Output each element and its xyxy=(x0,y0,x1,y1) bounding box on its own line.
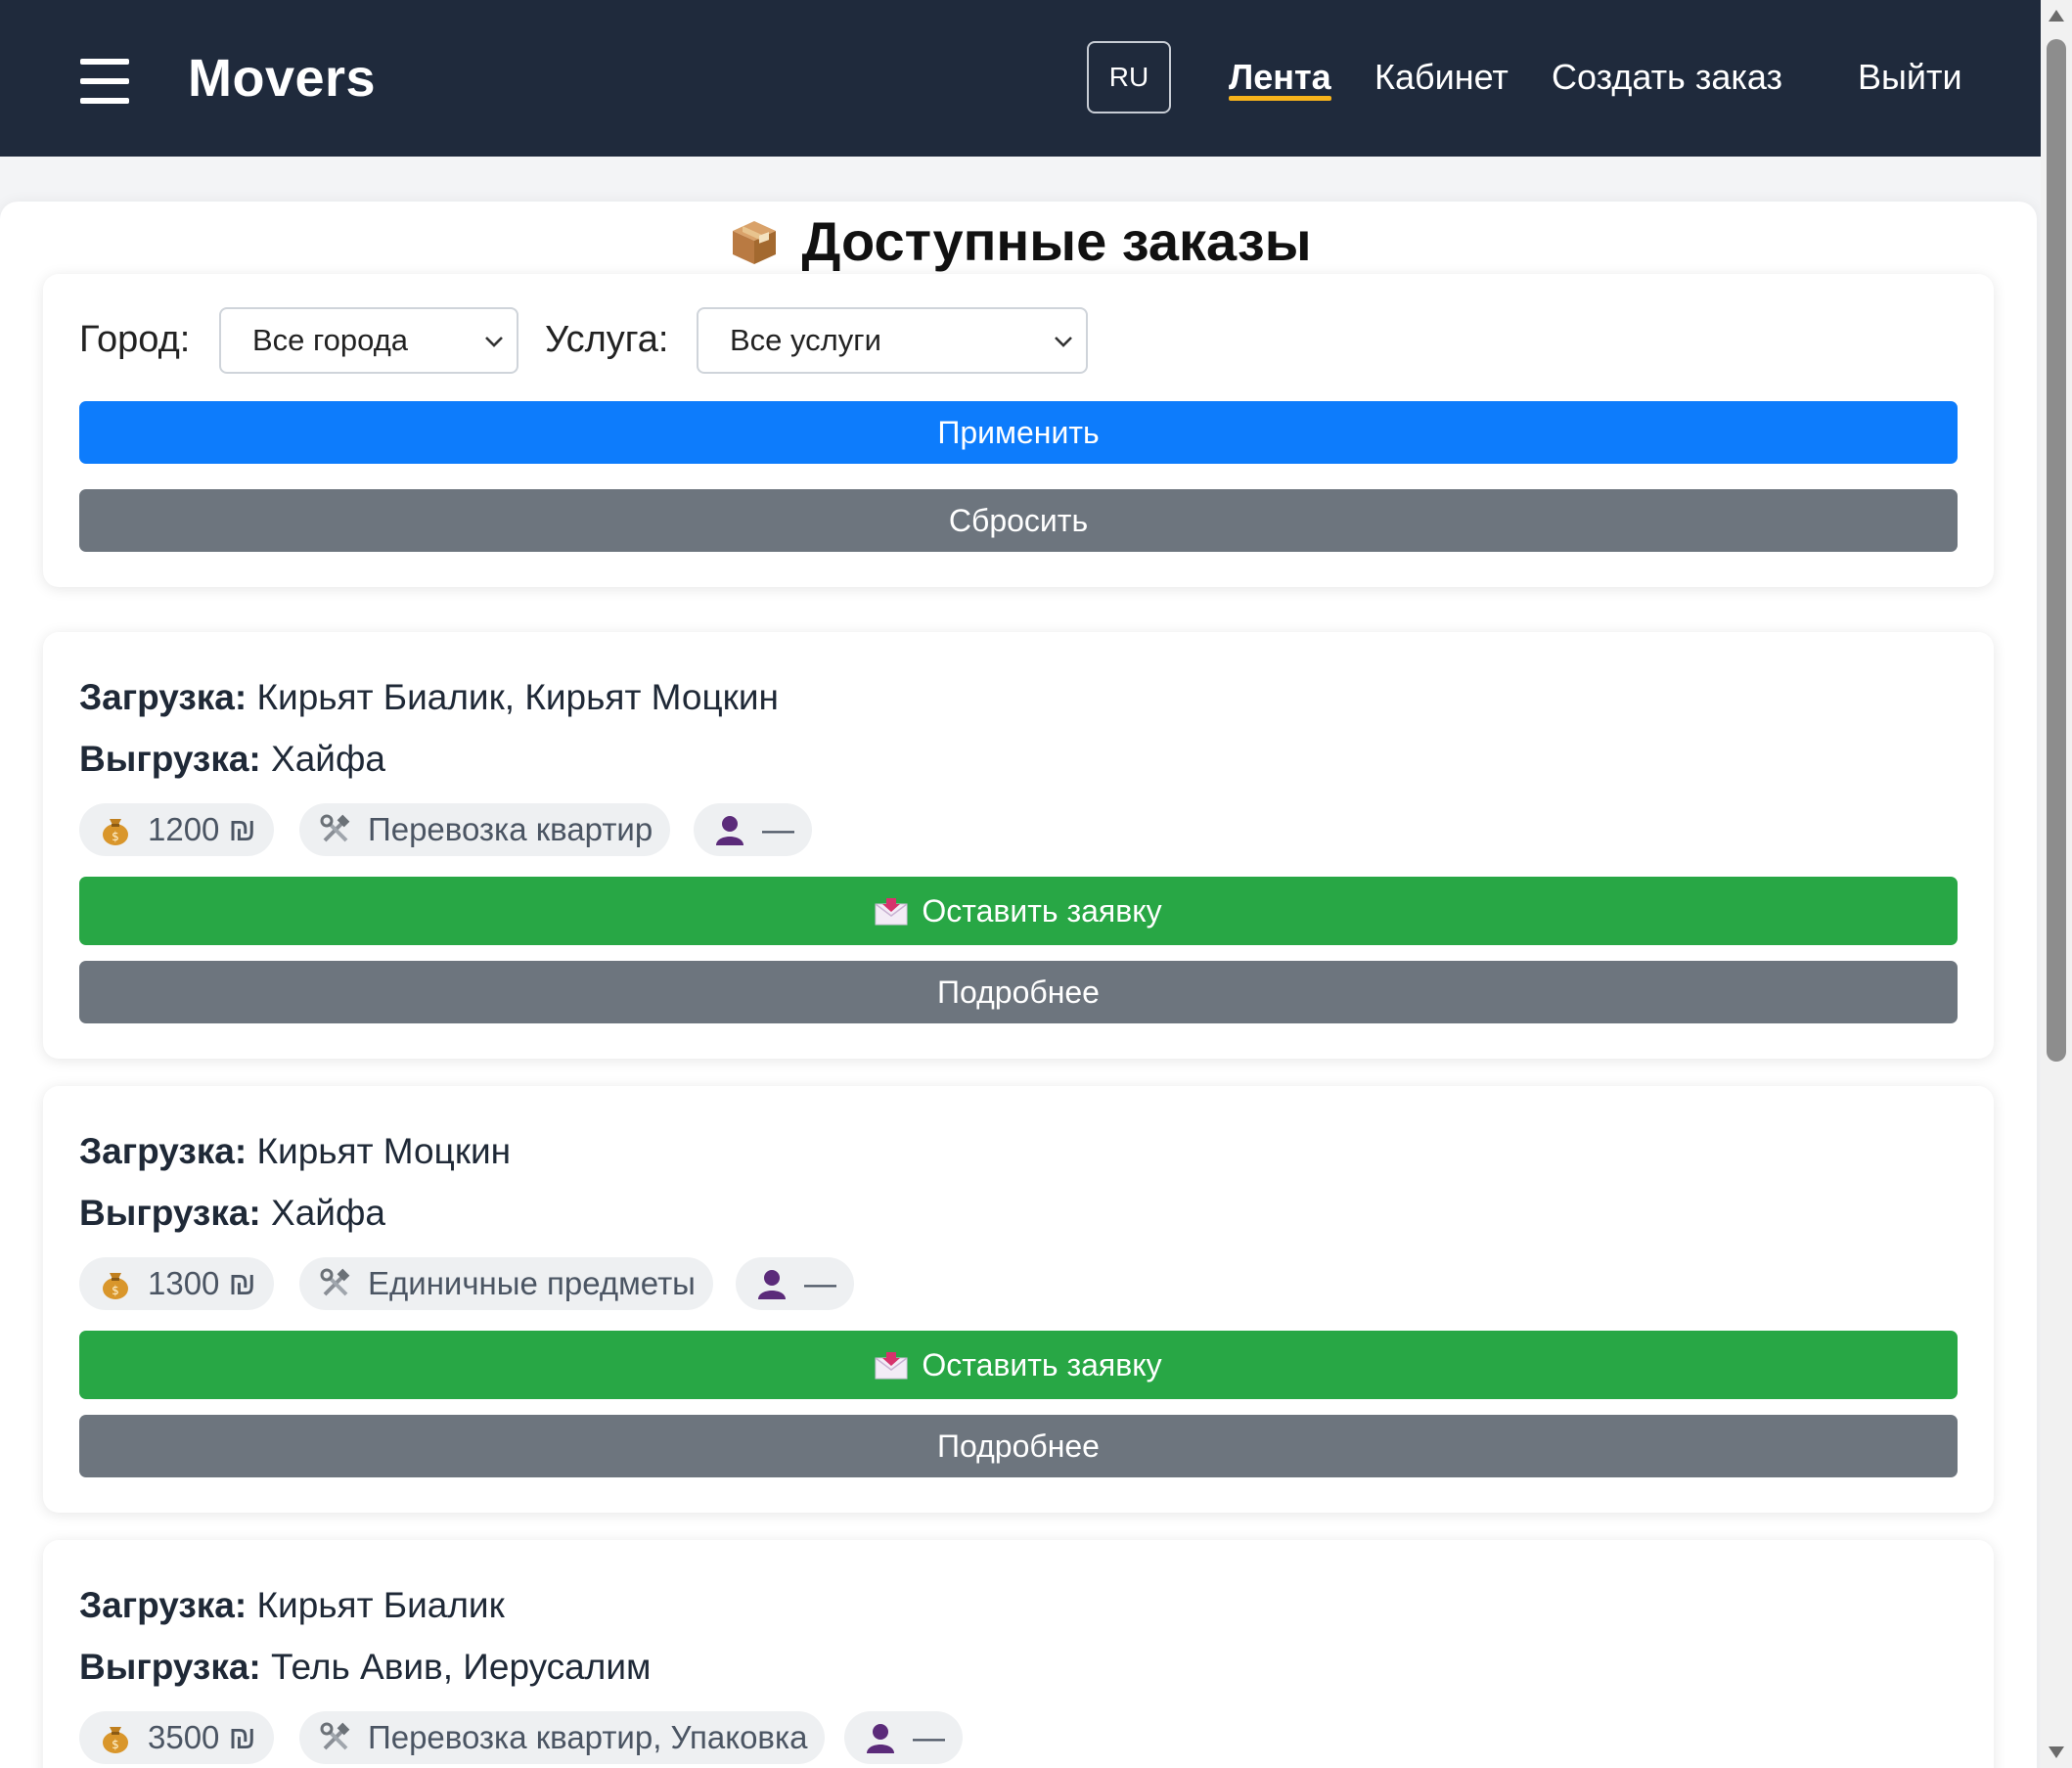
order-unloading-line: Выгрузка: Тель Авив, Иерусалим xyxy=(79,1643,651,1692)
loading-value: Кирьят Биалик, Кирьят Моцкин xyxy=(256,677,779,717)
envelope-icon xyxy=(875,881,908,926)
order-unloading-line: Выгрузка: Хайфа xyxy=(79,735,385,784)
service-badge: Перевозка квартир, Упаковка xyxy=(299,1711,826,1764)
city-select-value: Все города xyxy=(252,323,409,357)
order-loading-line: Загрузка: Кирьят Моцкин xyxy=(79,1127,511,1176)
user-icon xyxy=(713,809,746,845)
apply-filters-button[interactable]: Применить xyxy=(79,401,1958,464)
price-value: 3500 ₪ xyxy=(148,1719,256,1755)
unloading-label: Выгрузка: xyxy=(79,739,261,779)
package-icon xyxy=(729,213,780,264)
service-badge: Единичные предметы xyxy=(299,1257,713,1310)
tools-icon xyxy=(319,1717,352,1750)
user-badge: — xyxy=(844,1711,963,1764)
page-title: Доступные заказы xyxy=(0,205,2041,278)
hamburger-icon[interactable] xyxy=(80,59,129,104)
scroll-up-arrow-icon[interactable] xyxy=(2049,10,2064,22)
service-value: Единичные предметы xyxy=(368,1265,696,1301)
language-switch-button[interactable]: RU xyxy=(1087,41,1171,113)
loading-value: Кирьят Моцкин xyxy=(256,1131,512,1171)
loading-label: Загрузка: xyxy=(79,1585,248,1625)
tools-icon xyxy=(319,809,352,842)
brand-logo[interactable]: Movers xyxy=(188,47,376,110)
user-value: — xyxy=(762,811,794,847)
order-card: Загрузка: Кирьят Биалик Выгрузка: Тель А… xyxy=(43,1540,1994,1768)
order-card: Загрузка: Кирьят Биалик, Кирьят Моцкин В… xyxy=(43,632,1994,1059)
reset-filters-button[interactable]: Сбросить xyxy=(79,489,1958,552)
price-badge: $ 3500 ₪ xyxy=(79,1711,274,1764)
nav-link-logout[interactable]: Выйти xyxy=(1858,53,1962,102)
scrollbar-thumb[interactable] xyxy=(2047,39,2066,1062)
chevron-down-icon xyxy=(485,337,503,347)
city-filter-label: Город: xyxy=(79,319,191,360)
money-bag-icon: $ xyxy=(99,809,132,845)
service-select-value: Все услуги xyxy=(730,323,881,357)
user-icon xyxy=(755,1263,788,1299)
nav-link-create-order[interactable]: Создать заказ xyxy=(1552,53,1782,102)
unloading-value: Хайфа xyxy=(271,739,385,779)
money-bag-icon: $ xyxy=(99,1263,132,1299)
app-page: Movers RU Лента Кабинет Создать заказ Вы… xyxy=(0,0,2041,1768)
price-value: 1200 ₪ xyxy=(148,811,256,847)
page-title-text: Доступные заказы xyxy=(801,210,1312,272)
city-select[interactable]: Все города xyxy=(219,307,518,374)
unloading-value: Хайфа xyxy=(271,1193,385,1233)
svg-text:$: $ xyxy=(112,1738,119,1751)
unloading-label: Выгрузка: xyxy=(79,1193,261,1233)
nav-link-cabinet[interactable]: Кабинет xyxy=(1374,53,1509,102)
user-value: — xyxy=(913,1719,945,1755)
service-select[interactable]: Все услуги xyxy=(697,307,1088,374)
svg-text:$: $ xyxy=(112,830,119,843)
user-badge: — xyxy=(736,1257,854,1310)
submit-application-button[interactable]: Оставить заявку xyxy=(79,877,1958,945)
money-bag-icon: $ xyxy=(99,1717,132,1753)
filter-card: Город: Все города Услуга: Все услуги При… xyxy=(43,274,1994,587)
user-badge: — xyxy=(694,803,812,856)
unloading-label: Выгрузка: xyxy=(79,1647,261,1687)
top-navbar: Movers RU Лента Кабинет Создать заказ Вы… xyxy=(0,0,2041,157)
service-badge: Перевозка квартир xyxy=(299,803,671,856)
submit-application-label: Оставить заявку xyxy=(922,1347,1162,1383)
order-card: Загрузка: Кирьят Моцкин Выгрузка: Хайфа … xyxy=(43,1086,1994,1513)
details-button[interactable]: Подробнее xyxy=(79,1415,1958,1477)
chevron-down-icon xyxy=(1055,337,1072,347)
service-value: Перевозка квартир, Упаковка xyxy=(368,1719,808,1755)
loading-label: Загрузка: xyxy=(79,677,248,717)
scroll-down-arrow-icon[interactable] xyxy=(2049,1746,2064,1758)
nav-active-indicator xyxy=(1229,96,1331,101)
price-badge: $ 1300 ₪ xyxy=(79,1257,274,1310)
page-scrollbar[interactable] xyxy=(2041,0,2072,1768)
user-value: — xyxy=(804,1265,836,1301)
price-value: 1300 ₪ xyxy=(148,1265,256,1301)
details-button[interactable]: Подробнее xyxy=(79,961,1958,1023)
service-value: Перевозка квартир xyxy=(368,811,653,847)
nav-link-feed[interactable]: Лента xyxy=(1229,53,1331,102)
envelope-icon xyxy=(875,1335,908,1380)
order-loading-line: Загрузка: Кирьят Биалик xyxy=(79,1581,505,1630)
order-unloading-line: Выгрузка: Хайфа xyxy=(79,1189,385,1238)
order-loading-line: Загрузка: Кирьят Биалик, Кирьят Моцкин xyxy=(79,673,779,722)
user-icon xyxy=(864,1717,897,1753)
submit-application-button[interactable]: Оставить заявку xyxy=(79,1331,1958,1399)
svg-text:$: $ xyxy=(112,1284,119,1297)
submit-application-label: Оставить заявку xyxy=(922,893,1162,929)
price-badge: $ 1200 ₪ xyxy=(79,803,274,856)
unloading-value: Тель Авив, Иерусалим xyxy=(271,1647,652,1687)
loading-value: Кирьят Биалик xyxy=(256,1585,505,1625)
service-filter-label: Услуга: xyxy=(545,319,669,360)
loading-label: Загрузка: xyxy=(79,1131,248,1171)
tools-icon xyxy=(319,1263,352,1296)
